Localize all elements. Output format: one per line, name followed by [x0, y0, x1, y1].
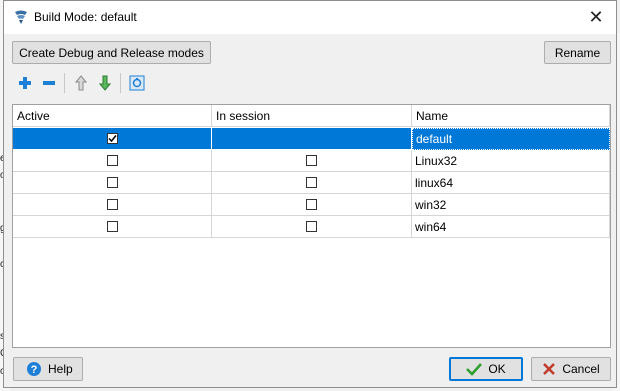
name-cell: win64 [412, 216, 610, 238]
table-row[interactable]: default [13, 128, 610, 150]
active-checkbox[interactable] [106, 199, 118, 210]
active-cell [13, 216, 212, 238]
build-modes-table: Active In session Name default Linux32 l… [12, 104, 611, 348]
in-session-cell [212, 172, 412, 194]
detect-icon[interactable] [128, 74, 146, 92]
cancel-button[interactable]: Cancel [531, 357, 611, 381]
in-session-checkbox[interactable] [306, 155, 317, 166]
build-mode-dialog: Build Mode: default ✕ Create Debug and R… [3, 0, 617, 388]
column-header-name[interactable]: Name [412, 105, 610, 127]
help-button[interactable]: ? Help [13, 357, 83, 381]
table-header-row: Active In session Name [13, 105, 610, 127]
create-debug-release-button[interactable]: Create Debug and Release modes [12, 41, 211, 64]
name-cell: linux64 [412, 172, 610, 194]
help-label: Help [48, 362, 73, 376]
in-session-checkbox[interactable] [306, 199, 317, 210]
table-row[interactable]: win64 [13, 216, 610, 238]
close-button[interactable]: ✕ [576, 1, 616, 34]
svg-text:?: ? [31, 364, 38, 376]
move-down-icon[interactable] [96, 74, 114, 92]
active-cell [13, 194, 212, 216]
add-icon[interactable] [16, 74, 34, 92]
title-bar: Build Mode: default ✕ [4, 1, 616, 34]
active-checkbox[interactable] [106, 133, 118, 144]
help-icon: ? [26, 361, 42, 377]
in-session-checkbox[interactable] [306, 177, 317, 188]
table-row[interactable]: linux64 [13, 172, 610, 194]
name-cell: Linux32 [412, 150, 610, 172]
toolbar-separator [64, 73, 65, 93]
cancel-label: Cancel [562, 362, 600, 376]
table-row[interactable]: win32 [13, 194, 610, 216]
move-up-icon[interactable] [72, 74, 90, 92]
table-row[interactable]: Linux32 [13, 150, 610, 172]
close-icon: ✕ [588, 7, 604, 27]
app-logo-icon [13, 9, 29, 25]
active-cell [13, 172, 212, 194]
rename-button[interactable]: Rename [544, 41, 611, 64]
ok-button[interactable]: OK [449, 357, 523, 381]
window-title: Build Mode: default [34, 10, 137, 24]
active-checkbox[interactable] [106, 221, 118, 232]
in-session-cell [212, 194, 412, 216]
in-session-cell [212, 128, 412, 150]
column-header-in-session[interactable]: In session [212, 105, 412, 127]
column-header-active[interactable]: Active [13, 105, 212, 127]
toolbar-separator [120, 73, 121, 93]
check-icon [466, 362, 483, 376]
in-session-checkbox[interactable] [306, 221, 317, 232]
name-cell: win32 [412, 194, 610, 216]
active-checkbox[interactable] [106, 177, 118, 188]
name-cell: default [412, 128, 610, 150]
in-session-cell [212, 150, 412, 172]
in-session-cell [212, 216, 412, 238]
active-checkbox[interactable] [106, 155, 118, 166]
remove-icon[interactable] [40, 74, 58, 92]
ok-label: OK [488, 362, 506, 376]
active-cell [13, 150, 212, 172]
active-cell [13, 128, 212, 150]
cancel-x-icon [542, 362, 556, 376]
